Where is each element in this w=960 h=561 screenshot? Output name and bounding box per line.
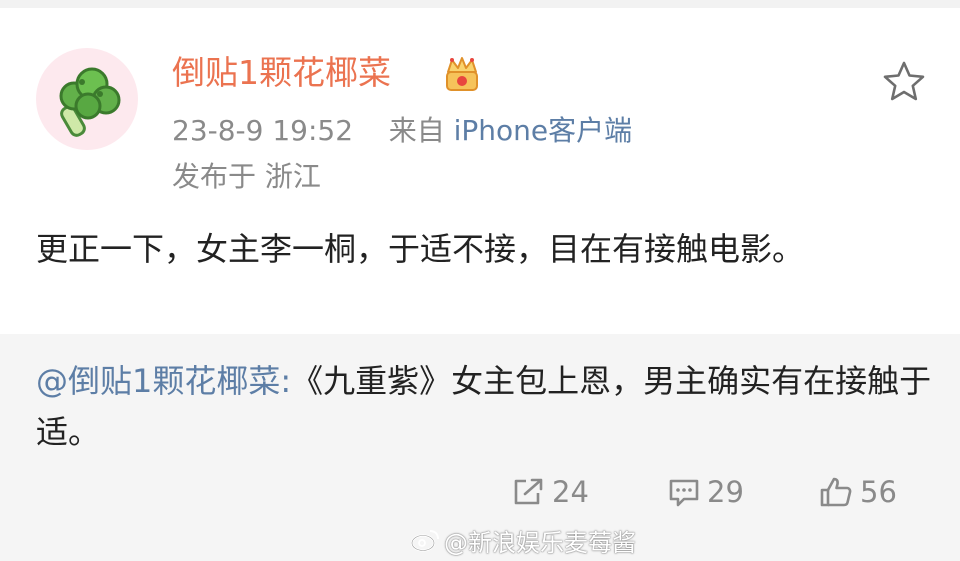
broccoli-icon xyxy=(59,67,121,137)
like-button[interactable]: 56 xyxy=(818,472,897,512)
repost-button[interactable]: 24 xyxy=(512,472,589,512)
weibo-logo-icon xyxy=(410,530,439,552)
post-meta: 23-8-9 19:52 来自 iPhone客户端 xyxy=(172,112,632,150)
thumbs-up-icon xyxy=(820,477,852,507)
comment-count: 29 xyxy=(707,475,744,509)
avatar[interactable] xyxy=(36,48,138,150)
post-source[interactable]: iPhone客户端 xyxy=(454,114,633,147)
quoted-post[interactable]: @倒贴1颗花椰菜:《九重紫》女主包上恩，男主确实有在接触于适。 24 29 56 xyxy=(0,334,960,561)
username[interactable]: 倒贴1颗花椰菜 xyxy=(172,52,391,94)
comment-icon xyxy=(669,479,699,507)
post-text: 更正一下，女主李一桐，于适不接，目在有接触电影。 xyxy=(36,230,805,268)
quoted-text-block: @倒贴1颗花椰菜:《九重紫》女主包上恩，男主确实有在接触于适。 xyxy=(36,356,932,458)
top-divider xyxy=(0,0,960,8)
source-prefix: 来自 xyxy=(388,114,445,147)
comment-button[interactable]: 29 xyxy=(667,472,744,512)
quoted-mention[interactable]: @倒贴1颗花椰菜: xyxy=(36,362,291,400)
repost-count: 24 xyxy=(552,475,589,509)
crown-vip-icon[interactable] xyxy=(442,54,482,94)
like-count: 56 xyxy=(860,475,897,509)
post-time: 23-8-9 19:52 xyxy=(172,114,354,147)
post-location: 发布于 浙江 xyxy=(172,160,321,193)
repost-icon xyxy=(514,478,543,505)
watermark-text: @新浪娱乐麦莓酱 xyxy=(444,528,636,557)
watermark: @新浪娱乐麦莓酱 xyxy=(410,524,636,557)
star-icon[interactable] xyxy=(880,58,928,106)
